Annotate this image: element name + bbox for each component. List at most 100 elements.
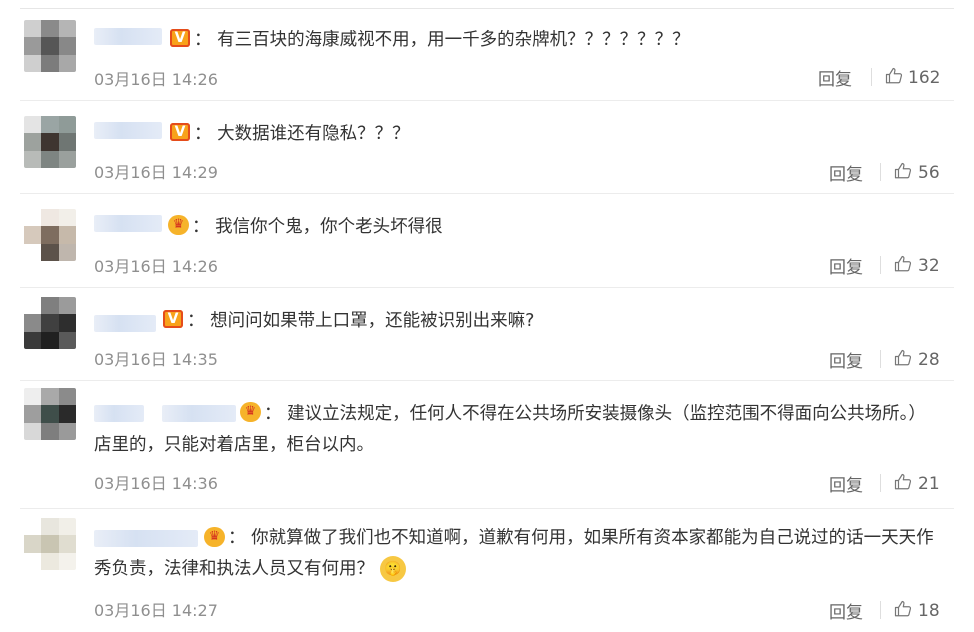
- comment-item: V ： 有三百块的海康威视不用，用一千多的杂牌机？？？？？？？ 03月16日 1…: [0, 0, 974, 101]
- reply-button[interactable]: 回复: [829, 598, 863, 623]
- avatar[interactable]: [24, 209, 76, 261]
- action-divider: [880, 256, 881, 274]
- comment-text: ： 想问问如果带上口罩，还能被识别出来嘛?: [187, 306, 534, 337]
- like-count: 18: [918, 601, 940, 621]
- comment-timestamp: 03月16日 14:26: [94, 257, 218, 276]
- action-divider: [880, 163, 881, 181]
- reply-button[interactable]: 回复: [829, 160, 863, 185]
- comment-text-line: ： 建议立法规定，任何人不得在公共场所安装摄像头（监控范围不得面向公共场所。）: [264, 404, 926, 424]
- verified-v-badge: V: [170, 29, 190, 47]
- avatar-pixel: [24, 243, 42, 261]
- username-blurred[interactable]: [94, 315, 156, 332]
- verified-v-badge: V: [170, 123, 190, 141]
- action-divider: [880, 601, 881, 619]
- avatar-pixel: [58, 535, 76, 553]
- comment-item: ♛ ： 你就算做了我们也不知道啊，道歉有何用，如果所有资本家都能为自己说过的话一…: [0, 508, 974, 632]
- like-count: 21: [918, 474, 940, 494]
- avatar-pixel: [58, 226, 76, 244]
- comment-text: ： 我信你个鬼，你个老头坏得很: [192, 212, 443, 243]
- like-count: 28: [918, 350, 940, 370]
- comment-text-line: ： 大数据谁还有隐私？？？: [194, 124, 410, 144]
- username-blurred[interactable]: [94, 28, 162, 45]
- avatar[interactable]: [24, 297, 76, 349]
- avatar-pixel: [58, 405, 76, 423]
- thumbs-up-icon[interactable]: [894, 255, 912, 273]
- avatar-pixel: [58, 243, 76, 261]
- thumbs-up-icon[interactable]: [894, 349, 912, 367]
- avatar-pixel: [24, 405, 42, 423]
- avatar-pixel: [24, 314, 42, 332]
- avatar-pixel: [24, 209, 42, 227]
- avatar-pixel: [58, 116, 76, 134]
- avatar-pixel: [58, 20, 76, 38]
- avatar-pixel: [58, 54, 76, 72]
- avatar-pixel: [41, 331, 59, 349]
- avatar-pixel: [58, 552, 76, 570]
- thumbs-up-icon[interactable]: [894, 473, 912, 491]
- comment-text-line: ： 我信你个鬼，你个老头坏得很: [192, 217, 443, 237]
- crown-badge: ♛: [168, 215, 189, 235]
- thumbs-up-icon[interactable]: [894, 162, 912, 180]
- comment-timestamp: 03月16日 14:26: [94, 70, 218, 89]
- avatar-pixel: [41, 422, 59, 440]
- avatar-pixel: [41, 388, 59, 406]
- avatar-pixel: [24, 37, 42, 55]
- avatar-pixel: [58, 150, 76, 168]
- thumbs-up-icon[interactable]: [894, 600, 912, 618]
- comment-text-line: ： 你就算做了我们也不知道啊，道歉有何用，如果所有资本家都能为自己说过的话一天天…: [228, 528, 934, 548]
- shushing-emoji-icon: 🤫: [380, 556, 406, 582]
- comment-text-line: 秀负责，法律和执法人员又有何用？ 🤫: [94, 554, 934, 585]
- comment-text-line: ： 有三百块的海康威视不用，用一千多的杂牌机？？？？？？？: [194, 30, 690, 50]
- avatar-pixel: [24, 150, 42, 168]
- avatar-pixel: [41, 297, 59, 315]
- avatar-pixel: [41, 314, 59, 332]
- action-divider: [880, 474, 881, 492]
- avatar-pixel: [58, 297, 76, 315]
- avatar-pixel: [58, 133, 76, 151]
- avatar-pixel: [24, 297, 42, 315]
- like-count: 56: [918, 163, 940, 183]
- comment-item: ♛ ： 我信你个鬼，你个老头坏得很 03月16日 14:26 回复 32: [0, 193, 974, 288]
- username-blurred[interactable]: [94, 215, 162, 232]
- avatar-pixel: [41, 552, 59, 570]
- like-count: 162: [908, 68, 941, 88]
- avatar[interactable]: [24, 518, 76, 570]
- avatar-pixel: [24, 226, 42, 244]
- avatar-pixel: [41, 37, 59, 55]
- reply-button[interactable]: 回复: [818, 65, 852, 90]
- comment-text: ： 你就算做了我们也不知道啊，道歉有何用，如果所有资本家都能为自己说过的话一天天…: [94, 523, 934, 585]
- avatar-pixel: [24, 133, 42, 151]
- avatar-pixel: [41, 518, 59, 536]
- username-blurred[interactable]: [94, 122, 162, 139]
- reply-button[interactable]: 回复: [829, 253, 863, 278]
- avatar-pixel: [41, 535, 59, 553]
- avatar-pixel: [24, 535, 42, 553]
- avatar-pixel: [41, 54, 59, 72]
- action-divider: [871, 68, 872, 86]
- avatar-pixel: [41, 116, 59, 134]
- comment-item: V ： 想问问如果带上口罩，还能被识别出来嘛? 03月16日 14:35 回复 …: [0, 287, 974, 381]
- avatar-pixel: [58, 331, 76, 349]
- avatar-pixel: [24, 20, 42, 38]
- comment-timestamp: 03月16日 14:36: [94, 474, 218, 493]
- comment-timestamp: 03月16日 14:27: [94, 601, 218, 620]
- reply-button[interactable]: 回复: [829, 471, 863, 496]
- avatar-pixel: [58, 422, 76, 440]
- comment-timestamp: 03月16日 14:29: [94, 163, 218, 182]
- comment-timestamp: 03月16日 14:35: [94, 350, 218, 369]
- avatar-pixel: [41, 209, 59, 227]
- comment-text: ： 大数据谁还有隐私？？？: [194, 119, 410, 150]
- avatar-pixel: [58, 37, 76, 55]
- comment-text: ： 有三百块的海康威视不用，用一千多的杂牌机？？？？？？？: [194, 25, 690, 56]
- avatar-pixel: [24, 518, 42, 536]
- avatar-pixel: [41, 20, 59, 38]
- avatar-pixel: [24, 116, 42, 134]
- reply-button[interactable]: 回复: [829, 347, 863, 372]
- thumbs-up-icon[interactable]: [885, 67, 903, 85]
- avatar[interactable]: [24, 388, 76, 440]
- avatar[interactable]: [24, 116, 76, 168]
- avatar-pixel: [24, 552, 42, 570]
- avatar-pixel: [58, 388, 76, 406]
- avatar[interactable]: [24, 20, 76, 72]
- avatar-pixel: [24, 331, 42, 349]
